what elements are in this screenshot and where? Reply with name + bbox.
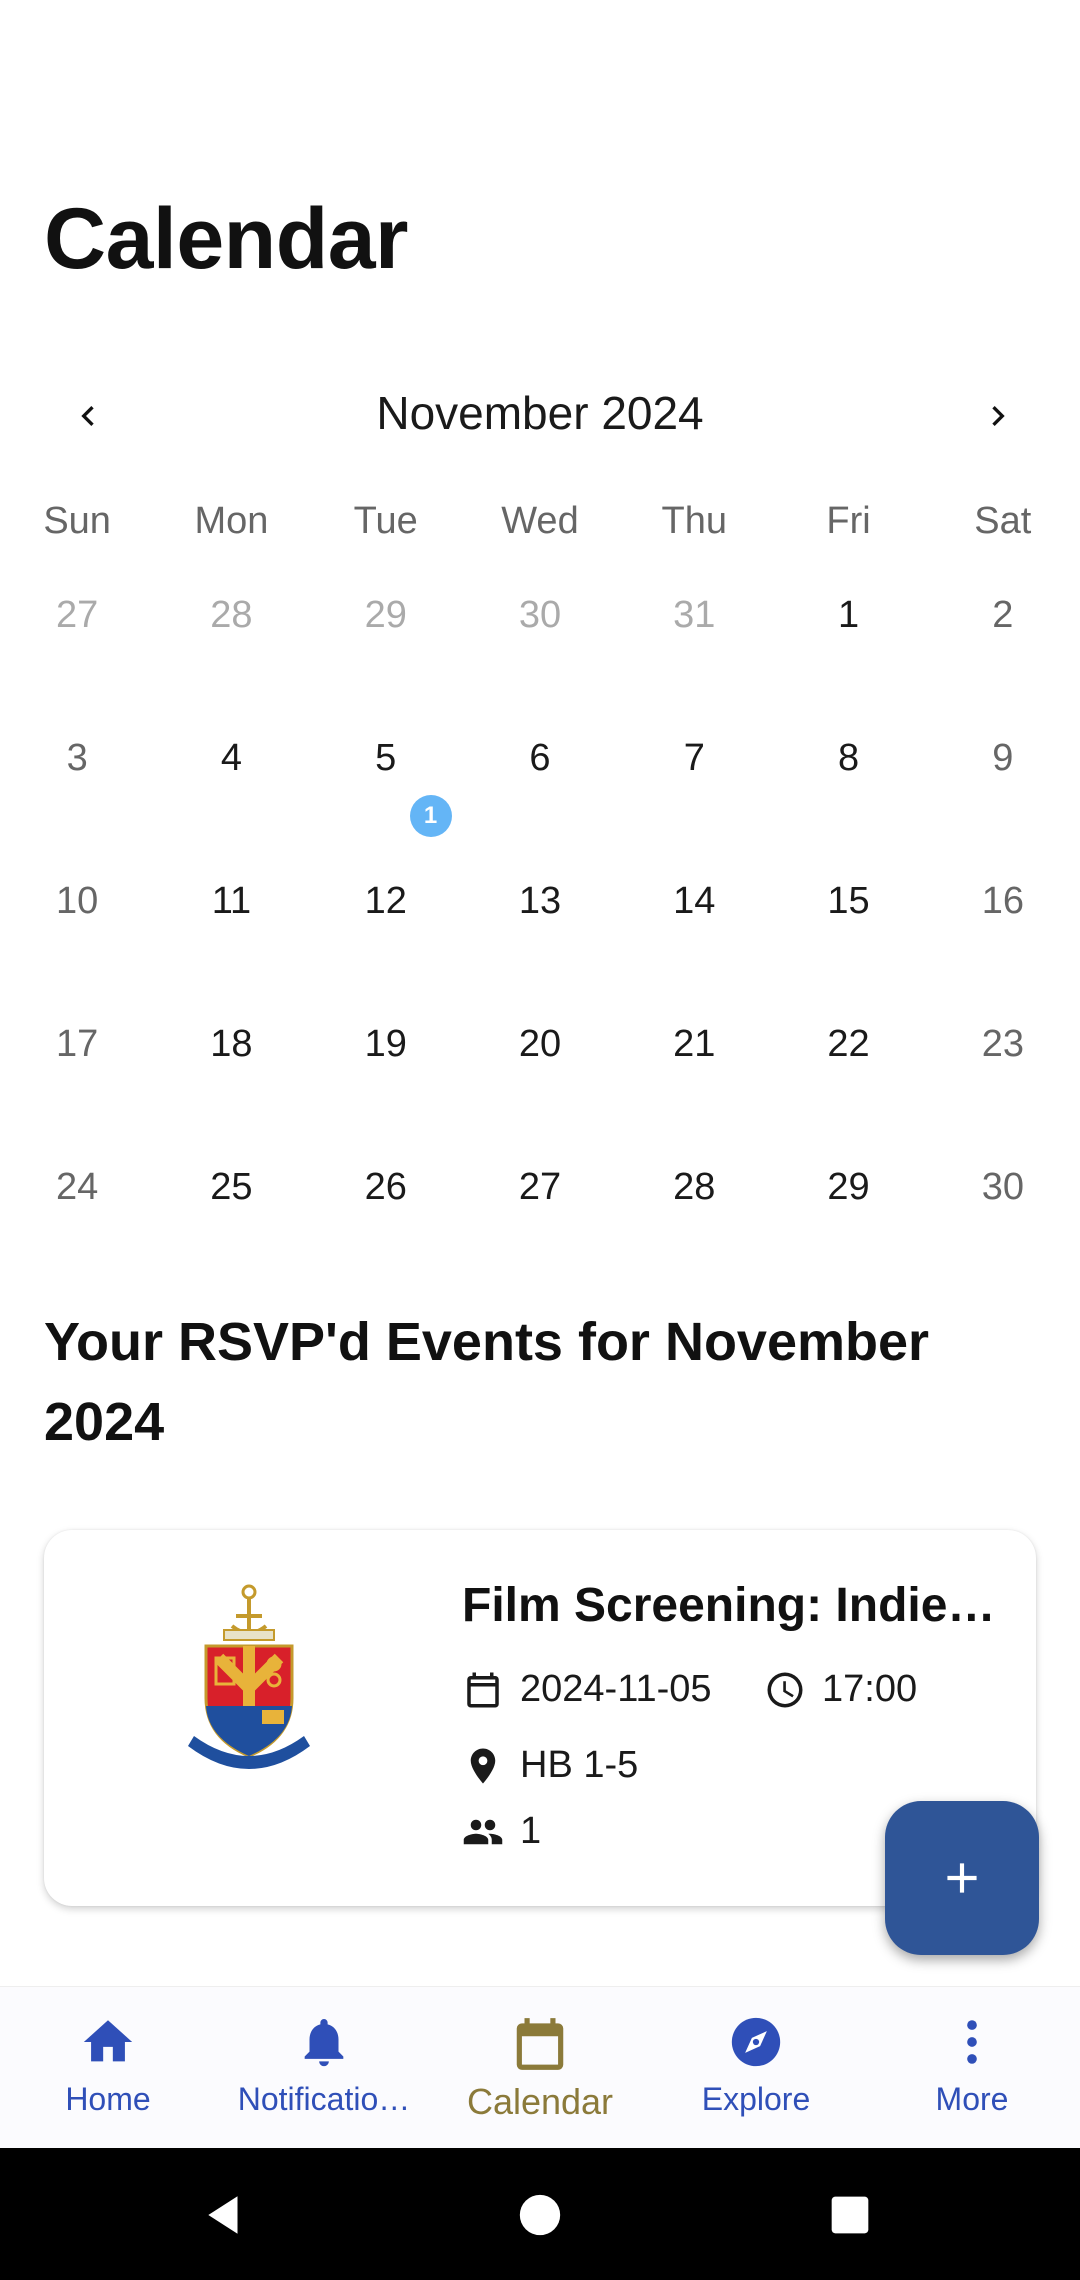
- nav-item-label: More: [935, 2081, 1009, 2117]
- calendar-day[interactable]: 17: [0, 1014, 154, 1074]
- month-navigation: November 2024: [0, 372, 1080, 456]
- event-count-badge: 1: [409, 795, 452, 837]
- calendar-day[interactable]: 3: [0, 728, 154, 788]
- plus-icon: [947, 1863, 977, 1893]
- location-pin-icon: [470, 1748, 496, 1783]
- weekday-label: Wed: [501, 500, 579, 542]
- calendar-week: 24 25 26 27 28 29 30: [0, 1157, 1080, 1300]
- event-title: Film Screening: Indie…: [462, 1579, 996, 1632]
- calendar-day[interactable]: 22: [771, 1014, 925, 1074]
- weekday-label: Tue: [353, 500, 418, 542]
- calendar-day-with-event[interactable]: 5 1: [309, 728, 463, 837]
- month-label: November 2024: [376, 387, 704, 439]
- weekday-label: Sun: [43, 500, 111, 542]
- calendar-day[interactable]: 8: [771, 728, 925, 788]
- rsvp-section-title: Your RSVP'd Events for November 2024: [44, 1312, 930, 1452]
- calendar-day[interactable]: 30: [926, 1157, 1080, 1217]
- calendar-week: 27 28 29 30 31 1 2: [0, 585, 1080, 728]
- system-back-button[interactable]: [190, 2180, 260, 2250]
- weekday-label: Thu: [661, 500, 727, 542]
- event-attendees-row: 1: [462, 1810, 541, 1853]
- calendar-day[interactable]: 12: [309, 871, 463, 931]
- calendar-day[interactable]: 4: [154, 728, 308, 788]
- bottom-navigation: Home Notificatio… Calendar Explore More: [0, 1986, 1080, 2149]
- calendar-day[interactable]: 13: [463, 871, 617, 931]
- system-navigation-bar: [0, 2148, 1080, 2280]
- calendar-day[interactable]: 28: [154, 585, 308, 645]
- calendar-week: 3 4 5 1 6 7 8 9: [0, 728, 1080, 871]
- weekday-label: Sat: [974, 500, 1032, 542]
- home-icon: [83, 2020, 133, 2062]
- calendar-day[interactable]: 29: [771, 1157, 925, 1217]
- calendar-day-number: 5: [375, 737, 397, 779]
- calendar-grid: 27 28 29 30 31 1 2 3 4 5 1 6 7 8 9 10 11…: [0, 585, 1080, 1300]
- calendar-day[interactable]: 1: [771, 585, 925, 645]
- nav-item-label: Home: [65, 2081, 151, 2117]
- nav-item-explore[interactable]: Explore: [648, 1987, 864, 2149]
- event-time: 17:00: [822, 1668, 918, 1710]
- clock-icon: [767, 1672, 803, 1707]
- nav-item-more[interactable]: More: [864, 1987, 1080, 2149]
- calendar-day[interactable]: 27: [463, 1157, 617, 1217]
- back-triangle-icon: [208, 2196, 238, 2234]
- calendar-day[interactable]: 21: [617, 1014, 771, 1074]
- more-vertical-icon: [967, 2020, 977, 2064]
- weekday-label: Fri: [826, 500, 871, 542]
- event-date: 2024-11-05: [520, 1668, 712, 1710]
- nav-item-label: Calendar: [466, 2081, 614, 2122]
- calendar-day[interactable]: 31: [617, 585, 771, 645]
- calendar-week: 10 11 12 13 14 15 16: [0, 871, 1080, 1014]
- calendar-day[interactable]: 29: [309, 585, 463, 645]
- calendar-day[interactable]: 14: [617, 871, 771, 931]
- calendar-day[interactable]: 25: [154, 1157, 308, 1217]
- system-home-button[interactable]: [505, 2180, 575, 2250]
- calendar-day[interactable]: 7: [617, 728, 771, 788]
- calendar-day[interactable]: 20: [463, 1014, 617, 1074]
- chevron-right-icon: [992, 406, 1005, 426]
- calendar-day[interactable]: 27: [0, 585, 154, 645]
- bell-icon: [304, 2019, 344, 2067]
- event-attendee-count: 1: [520, 1810, 542, 1852]
- calendar-day[interactable]: 23: [926, 1014, 1080, 1074]
- nav-item-home[interactable]: Home: [0, 1987, 216, 2149]
- nav-item-calendar[interactable]: Calendar: [432, 1987, 648, 2149]
- nav-item-notifications[interactable]: Notificatio…: [216, 1987, 432, 2149]
- page-title: Calendar: [44, 191, 409, 287]
- weekday-label: Mon: [194, 500, 269, 542]
- next-month-button[interactable]: [962, 380, 1034, 452]
- calendar-icon: [467, 1672, 499, 1707]
- add-event-fab[interactable]: [885, 1801, 1039, 1955]
- recents-square-icon: [831, 2196, 869, 2234]
- event-date-row: 2024-11-05: [462, 1668, 712, 1711]
- calendar-day[interactable]: 19: [309, 1014, 463, 1074]
- event-location-row: HB 1-5: [462, 1744, 638, 1787]
- calendar-day[interactable]: 9: [926, 728, 1080, 788]
- weekday-header: Sun Mon Tue Wed Thu Fri Sat: [0, 500, 1080, 560]
- calendar-week: 17 18 19 20 21 22 23: [0, 1014, 1080, 1157]
- nav-item-label: Notificatio…: [237, 2081, 411, 2117]
- calendar-day[interactable]: 24: [0, 1157, 154, 1217]
- calendar-day[interactable]: 6: [463, 728, 617, 788]
- calendar-day[interactable]: 2: [926, 585, 1080, 645]
- calendar-day[interactable]: 11: [154, 871, 308, 931]
- calendar-day[interactable]: 28: [617, 1157, 771, 1217]
- calendar-day[interactable]: 26: [309, 1157, 463, 1217]
- people-icon: [463, 1819, 503, 1844]
- system-recents-button[interactable]: [815, 2180, 885, 2250]
- nav-item-label: Explore: [701, 2081, 811, 2117]
- compass-icon: [731, 2017, 781, 2067]
- calendar-day[interactable]: 10: [0, 871, 154, 931]
- calendar-day[interactable]: 30: [463, 585, 617, 645]
- calendar-day[interactable]: 18: [154, 1014, 308, 1074]
- home-circle-icon: [519, 2194, 561, 2236]
- university-crest-logo: [188, 1584, 310, 1769]
- calendar-day[interactable]: 15: [771, 871, 925, 931]
- calendar-icon: [516, 2018, 564, 2070]
- calendar-day[interactable]: 16: [926, 871, 1080, 931]
- event-location: HB 1-5: [520, 1744, 639, 1786]
- event-time-row: 17:00: [764, 1668, 917, 1711]
